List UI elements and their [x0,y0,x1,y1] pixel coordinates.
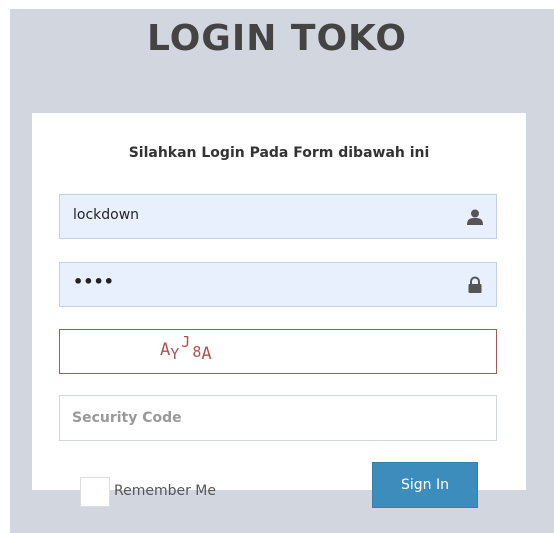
lock-icon [468,276,482,293]
remember-me-checkbox[interactable] [80,477,110,507]
sign-in-button[interactable]: Sign In [372,462,478,508]
security-code-input[interactable] [59,395,497,441]
captcha-char: Y [170,345,180,363]
captcha-char: J [181,333,191,351]
password-field[interactable]: •••• [59,262,497,307]
captcha-char: A [201,344,212,364]
login-box: Silahkan Login Pada Form dibawah ini loc… [32,113,526,508]
user-icon [467,209,483,225]
captcha-text: AYJ8A [160,333,212,364]
captcha-char: 8 [192,343,202,361]
captcha-image: AYJ8A [59,329,497,374]
captcha-char: A [160,340,171,360]
page-title: LOGIN TOKO [147,18,407,59]
remember-me-label: Remember Me [114,483,216,499]
password-value: •••• [73,272,114,291]
login-box-message: Silahkan Login Pada Form dibawah ini [128,145,430,161]
username-value: lockdown [73,207,140,223]
username-field[interactable]: lockdown [59,194,497,239]
